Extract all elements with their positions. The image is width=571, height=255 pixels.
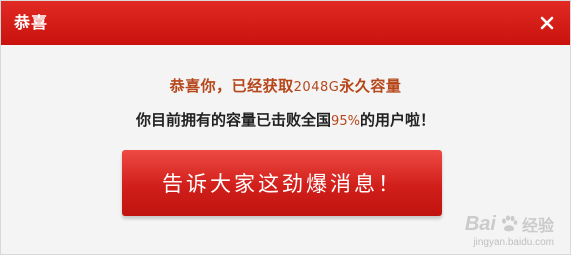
info-prefix: 你目前拥有的容量已击败全国 [136, 111, 332, 129]
share-news-button[interactable]: 告诉大家这劲爆消息！ [122, 150, 442, 216]
watermark-brand-suffix: 经验 [521, 216, 554, 235]
watermark: Bai 经验 jingyan.baidu.com [465, 212, 554, 249]
paw-icon [501, 215, 518, 232]
congrats-message: 恭喜你，已经获取2048G永久容量 [1, 75, 570, 96]
close-icon[interactable] [538, 14, 556, 32]
dialog-content: 恭喜你，已经获取2048G永久容量 你目前拥有的容量已击败全国95%的用户啦！ … [1, 45, 570, 254]
congrats-amount: 2048G [293, 80, 340, 95]
dialog-title-bar: 恭喜 [1, 1, 570, 45]
watermark-brand: Bai [464, 212, 496, 235]
congrats-prefix: 恭喜你，已经获取 [169, 77, 294, 95]
ranking-message: 你目前拥有的容量已击败全国95%的用户啦！ [1, 109, 570, 130]
watermark-logo: Bai 经验 [465, 212, 554, 236]
watermark-url: jingyan.baidu.com [473, 237, 554, 248]
info-percent: 95% [331, 114, 360, 129]
info-suffix: 的用户啦！ [359, 111, 435, 129]
congrats-suffix: 永久容量 [339, 77, 402, 95]
congratulations-dialog: 恭喜 恭喜你，已经获取2048G永久容量 你目前拥有的容量已击败全国95%的用户… [0, 0, 571, 255]
dialog-title: 恭喜 [14, 13, 49, 32]
